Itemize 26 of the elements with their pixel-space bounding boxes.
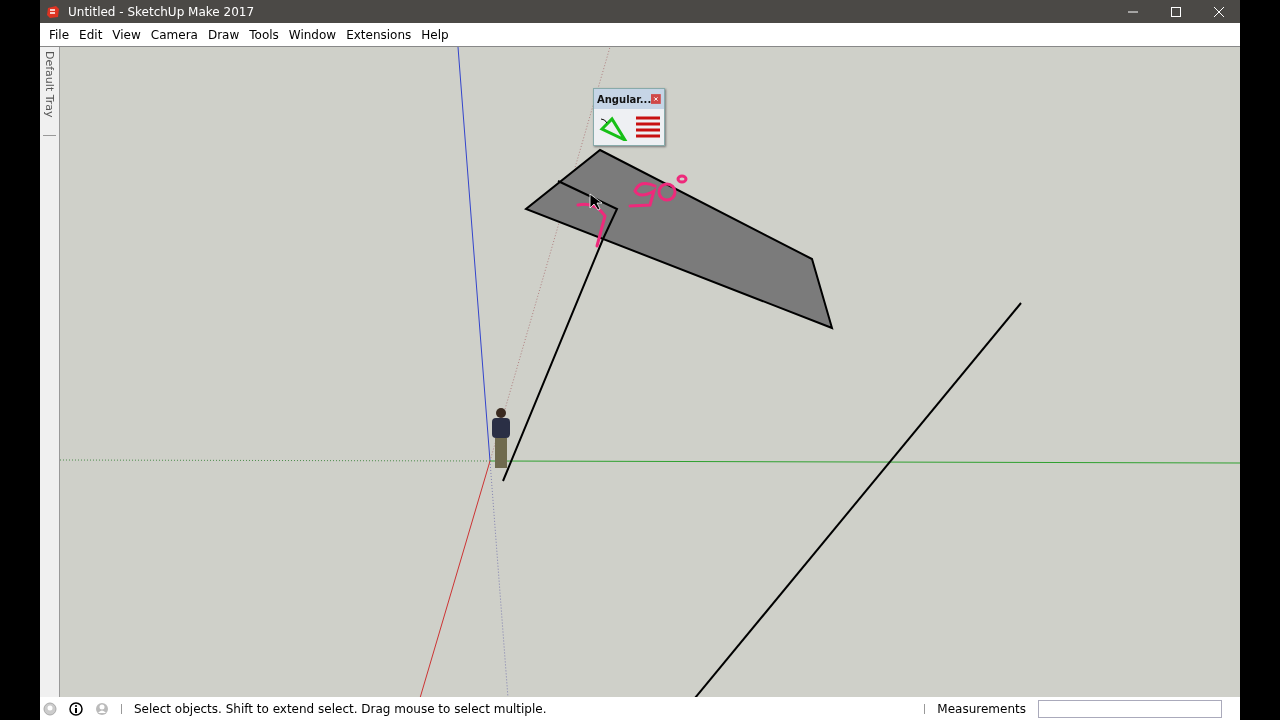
status-message: Select objects. Shift to extend select. Drag mouse to select multiple. — [134, 701, 548, 716]
menu-item[interactable]: File — [44, 27, 75, 42]
menu-item[interactable]: View — [107, 27, 146, 42]
tray-tab[interactable]: Default Tray — [43, 51, 56, 136]
menu-item[interactable]: Help — [416, 27, 454, 42]
close-icon[interactable] — [651, 93, 661, 105]
cursor-icon — [589, 193, 603, 211]
info-icon[interactable] — [69, 701, 83, 716]
maximize-icon — [1170, 6, 1181, 17]
menu-item[interactable]: Tools — [244, 27, 284, 42]
window-title: Untitled - SketchUp Make 2017 — [68, 4, 256, 19]
palette-title: Angular... — [597, 93, 652, 105]
measurements-label: Measurements — [937, 701, 1026, 716]
close-icon — [1213, 6, 1224, 17]
menu-item[interactable]: Camera — [145, 27, 203, 42]
app-logo-icon — [46, 4, 60, 19]
person-figure-drawing — [492, 408, 510, 468]
menu-item[interactable]: Edit — [74, 27, 108, 42]
location-icon[interactable] — [43, 701, 57, 716]
model-viewport[interactable]: Angular... — [60, 47, 1240, 697]
measurements-field[interactable] — [1038, 699, 1222, 718]
menu-item[interactable]: Extensions — [341, 27, 417, 42]
user-icon[interactable] — [95, 701, 109, 716]
lines-icon[interactable] — [634, 115, 661, 139]
menu-item[interactable]: Draw — [202, 27, 245, 42]
menu-item[interactable]: Window — [283, 27, 342, 42]
